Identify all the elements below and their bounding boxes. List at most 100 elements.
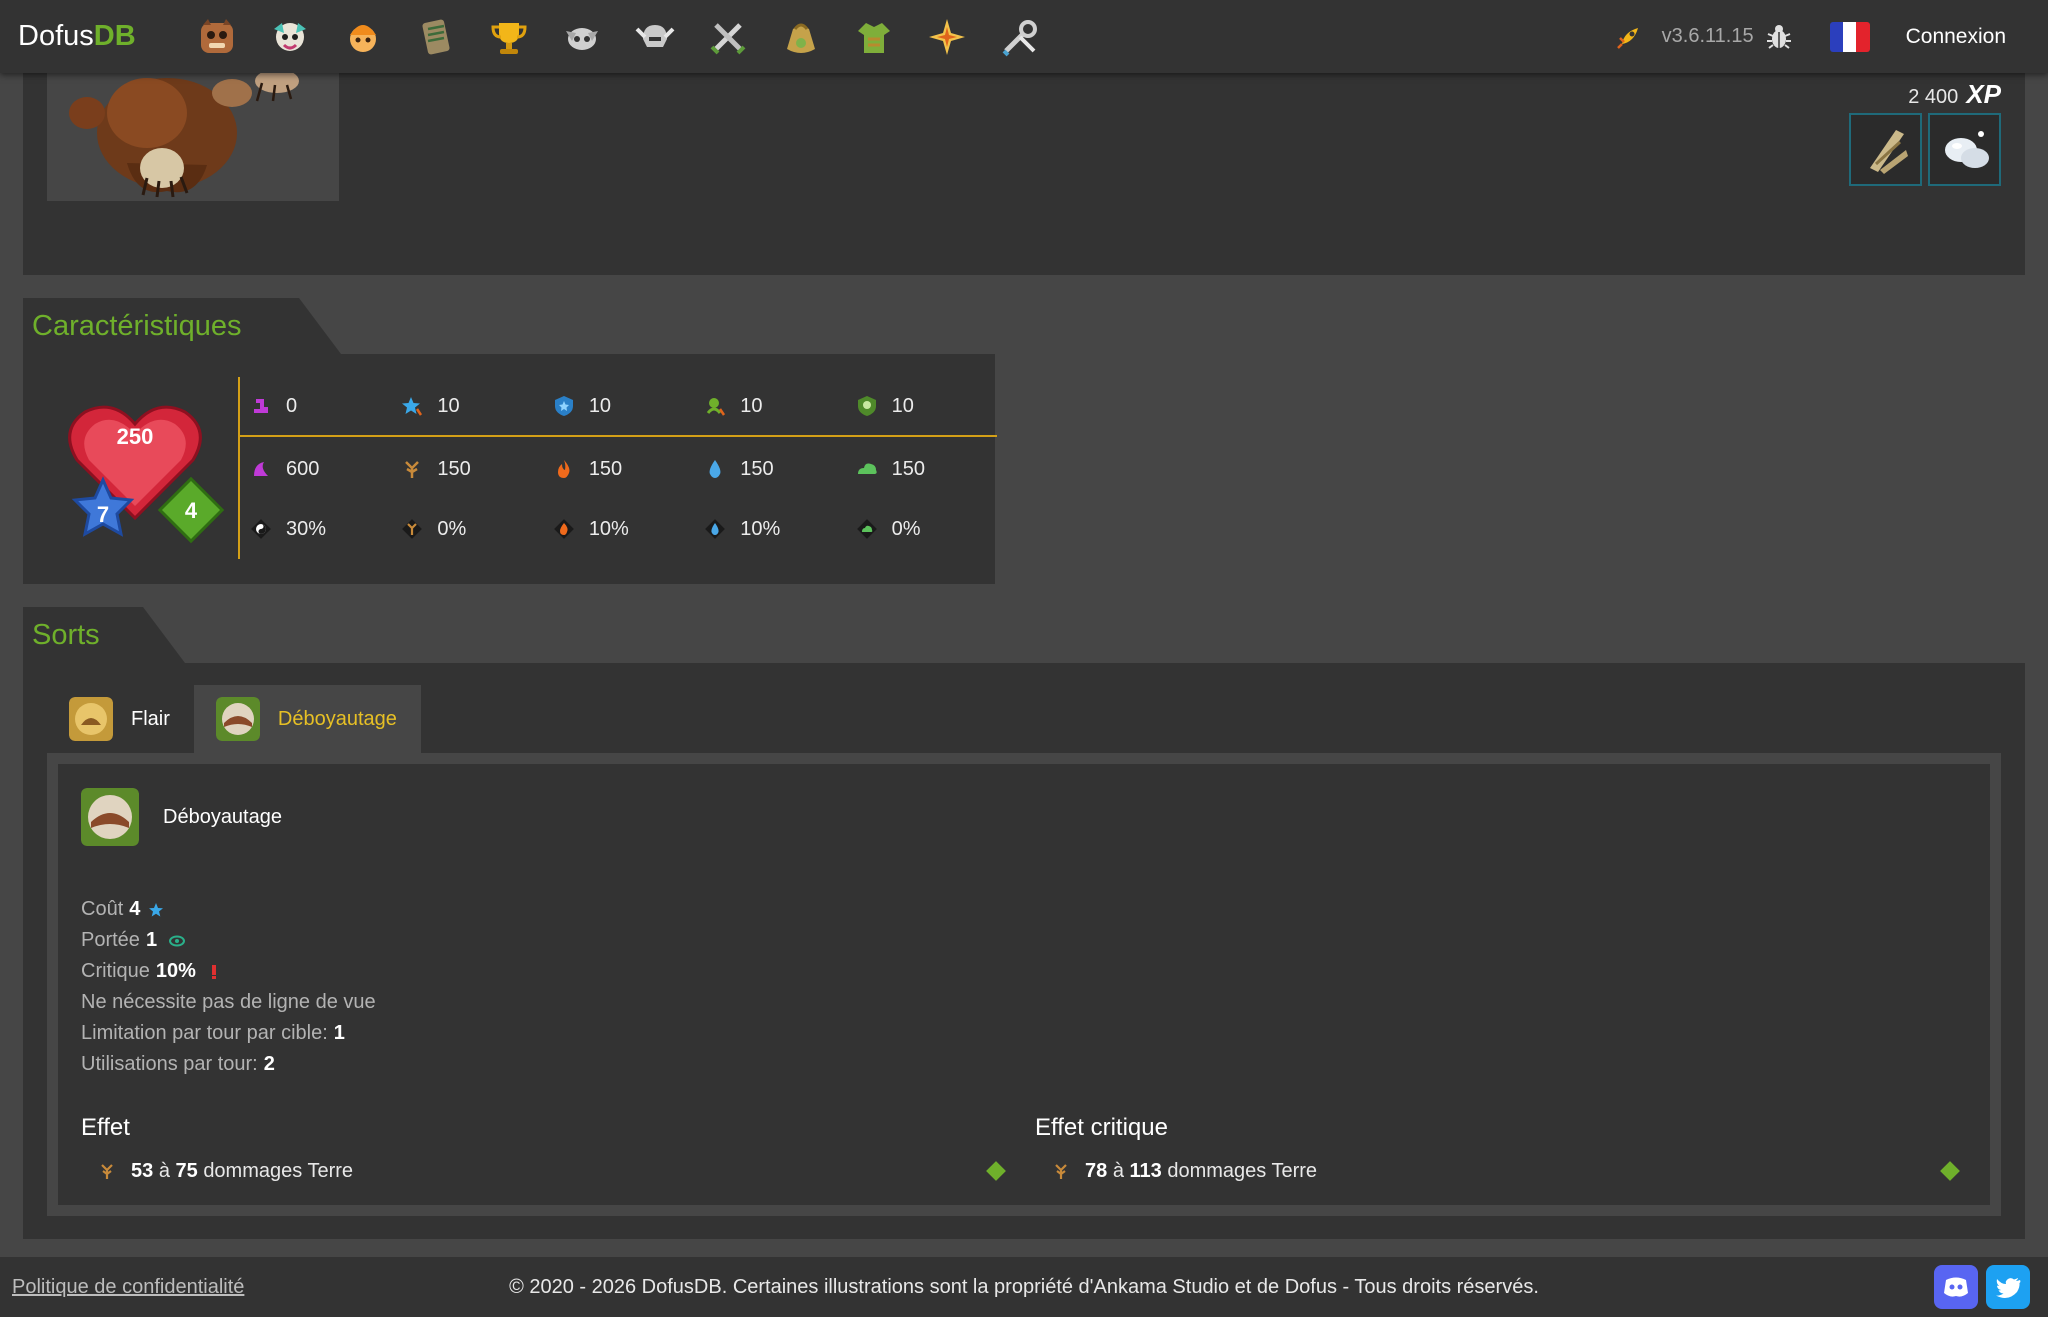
- vitality-icon: [254, 462, 268, 476]
- brand-logo[interactable]: DofusDB: [18, 20, 158, 53]
- stats-grid: 0 10 10 10 10 600 150 150 150 150 30% 0%…: [238, 377, 997, 559]
- tools-icon[interactable]: [995, 12, 1045, 62]
- pa-shield-icon: [554, 396, 573, 416]
- fire-resist-icon: [553, 519, 574, 539]
- stat-pm-resist: 10: [846, 395, 997, 418]
- heart-level-icon: [68, 405, 225, 544]
- effect-max: 75: [175, 1159, 198, 1182]
- bag-icon[interactable]: [776, 12, 826, 62]
- helmet-icon[interactable]: [630, 12, 680, 62]
- character-icon[interactable]: [265, 12, 315, 62]
- npc-icon[interactable]: [338, 12, 388, 62]
- stat-value: 0: [286, 394, 298, 417]
- stat-air-resist: 0%: [846, 518, 997, 541]
- scroll-icon[interactable]: [411, 12, 461, 62]
- spell-line-of-sight: Ne nécessite pas de ligne de vue: [81, 987, 376, 1018]
- limit-value: 1: [333, 1022, 345, 1044]
- stats-row: 30% 0% 10% 10% 0%: [240, 499, 997, 559]
- stat-pa-resist: 10: [543, 395, 694, 418]
- range-label: Portée: [81, 929, 140, 951]
- footer: Politique de confidentialité © 2020 - 20…: [0, 1257, 2048, 1317]
- tab-flair[interactable]: Flair: [47, 685, 194, 753]
- spell-properties: Coût 4 Portée 1 Critique 10% Ne nécessit…: [81, 894, 376, 1080]
- air-icon: [857, 463, 877, 474]
- stat-water: 150: [694, 458, 845, 481]
- effect-diamond-icon: [1940, 1161, 1960, 1181]
- stats-row: 600 150 150 150 150: [240, 439, 997, 499]
- earth-resist-icon: [402, 519, 423, 539]
- crit-effect-max: 113: [1129, 1159, 1162, 1182]
- pa-star-icon: [149, 902, 164, 916]
- spell-icon[interactable]: [922, 12, 972, 62]
- login-button[interactable]: Connexion: [1906, 25, 2006, 49]
- effect-title: Effet: [81, 1114, 130, 1141]
- fire-icon: [557, 460, 570, 478]
- crit-effect-text: dommages Terre: [1167, 1159, 1318, 1182]
- level-medals: 250 7 4: [45, 390, 225, 560]
- pm-value: 4: [184, 498, 198, 523]
- spell-critical: Critique 10%: [81, 956, 376, 987]
- sorts-title: Sorts: [32, 618, 100, 651]
- equipment-icon[interactable]: [849, 12, 899, 62]
- stat-value: 10%: [588, 517, 629, 540]
- effect-min: 53: [131, 1159, 154, 1182]
- stat-fire: 150: [543, 458, 694, 481]
- effect-line: 53 à 75 dommages Terre: [81, 1156, 1011, 1186]
- stat-earth: 150: [391, 458, 542, 481]
- monster-icon[interactable]: [192, 12, 242, 62]
- trophy-icon[interactable]: [484, 12, 534, 62]
- pa-value: 7: [96, 502, 110, 527]
- pm-shield-icon: [857, 396, 876, 416]
- stat-value: 150: [891, 457, 925, 480]
- critical-icon: [211, 964, 216, 979]
- pm-boot-icon: [254, 399, 268, 413]
- bug-report-icon[interactable]: [1764, 22, 1794, 52]
- range-value: 1: [145, 929, 158, 951]
- brand-prefix: Dofus: [18, 20, 94, 52]
- critical-effect-title: Effet critique: [1035, 1114, 1168, 1141]
- stat-value: 0%: [891, 517, 921, 540]
- spell-range: Portée 1: [81, 925, 376, 956]
- discord-icon[interactable]: [1934, 1265, 1978, 1309]
- stat-neutral-resist: 30%: [240, 518, 391, 541]
- dungeon-icon[interactable]: [557, 12, 607, 62]
- sorts-section-title: Sorts: [23, 607, 185, 663]
- top-navbar: DofusDB v3.6.11.15 Connexion: [0, 0, 2048, 73]
- weapons-icon[interactable]: [703, 12, 753, 62]
- stat-range: 0: [240, 395, 391, 418]
- xp-display: 2 400 XP: [1908, 79, 2001, 110]
- rocket-icon[interactable]: [1614, 22, 1644, 52]
- monster-header-panel: 2 400 XP: [23, 73, 2025, 275]
- tab-deboyautage[interactable]: Déboyautage: [193, 685, 421, 753]
- stat-pm-dodge: 10: [694, 395, 845, 418]
- pearl-drop-icon[interactable]: [1928, 113, 2001, 186]
- privacy-policy-link[interactable]: Politique de confidentialité: [12, 1276, 244, 1299]
- uses-label: Utilisations par tour:: [81, 1053, 258, 1075]
- wood-drop-icon[interactable]: [1849, 113, 1922, 186]
- twitter-icon[interactable]: [1986, 1265, 2030, 1309]
- stat-value: 600: [286, 457, 320, 480]
- stat-value: 10: [891, 394, 914, 417]
- stat-pa-dodge: 10: [391, 395, 542, 418]
- earth-icon: [1055, 1164, 1067, 1179]
- deboyautage-spell-icon: [81, 788, 139, 846]
- critical-effect-column: Effet critique 78 à 113 dommages Terre: [1035, 1114, 1965, 1186]
- brand-suffix: DB: [93, 20, 136, 52]
- effect-column: Effet 53 à 75 dommages Terre: [81, 1114, 1011, 1186]
- stat-earth-resist: 0%: [391, 518, 542, 541]
- copyright-text: © 2020 - 2026 DofusDB. Certaines illustr…: [509, 1275, 1539, 1298]
- caracteristiques-panel: 250 7 4 0 10 10 10 10 600 150 150 150 15…: [23, 354, 997, 584]
- fr-flag-icon[interactable]: [1829, 21, 1870, 52]
- earth-icon: [101, 1164, 113, 1179]
- range-eye-icon: [169, 935, 186, 946]
- stat-value: 150: [740, 457, 774, 480]
- spell-detail: Déboyautage Coût 4 Portée 1 Critique 10%: [58, 764, 1990, 1205]
- social-links: [1934, 1265, 2030, 1309]
- air-resist-icon: [856, 519, 877, 539]
- critical-effect-line: 78 à 113 dommages Terre: [1035, 1156, 1965, 1186]
- limit-label: Limitation par tour par cible:: [81, 1022, 328, 1044]
- pm-dodge-icon: [707, 398, 726, 416]
- earth-icon: [405, 461, 420, 478]
- stat-value: 10: [588, 394, 612, 417]
- neutral-resist-icon: [251, 519, 271, 539]
